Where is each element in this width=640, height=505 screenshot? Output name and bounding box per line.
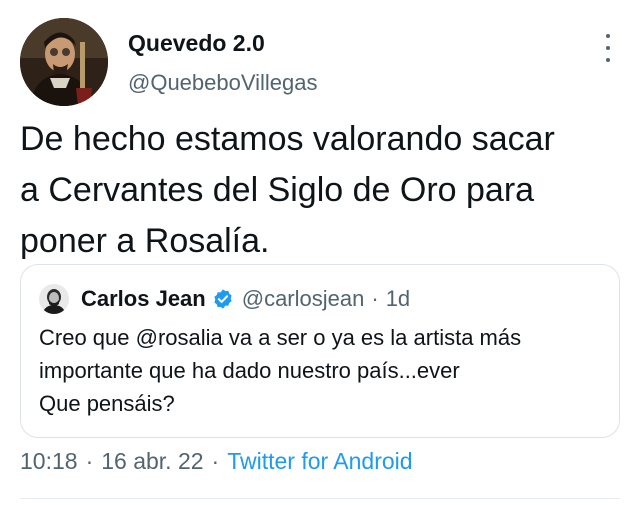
quoted-author-avatar[interactable] <box>39 284 69 314</box>
tweet-source-link[interactable]: Twitter for Android <box>227 448 412 474</box>
meta-separator: · <box>85 448 94 474</box>
quoted-tweet-header: Carlos Jean @carlosjean · 1d <box>39 283 410 315</box>
quoted-author-name[interactable]: Carlos Jean <box>81 286 206 312</box>
tweet-text-line: De hecho estamos valorando sacar <box>20 120 555 158</box>
quoted-tweet-text: Creo que @rosalia va a ser o ya es la ar… <box>39 321 609 420</box>
more-options-button[interactable] <box>600 34 616 62</box>
tweet-text: De hecho estamos valorando sacar a Cerva… <box>20 114 620 267</box>
verified-badge-icon <box>214 289 232 309</box>
quoted-text-line: importante que ha dado nuestro país...ev… <box>39 358 460 383</box>
more-vertical-icon <box>606 34 610 38</box>
quoted-timestamp[interactable]: 1d <box>386 286 410 312</box>
quoted-author-handle[interactable]: @carlosjean <box>242 286 365 312</box>
tweet-metadata: 10:18 · 16 abr. 22 · Twitter for Android <box>20 448 413 475</box>
divider <box>20 498 620 499</box>
tweet-text-line: poner a Rosalía. <box>20 222 270 260</box>
quoted-separator: · <box>371 286 379 311</box>
meta-separator: · <box>211 448 220 474</box>
author-avatar-image <box>20 18 108 106</box>
author-name[interactable]: Quevedo 2.0 <box>128 30 265 57</box>
more-vertical-icon <box>606 46 610 50</box>
author-handle[interactable]: @QuebeboVillegas <box>128 70 318 96</box>
quoted-tweet-card[interactable]: Carlos Jean @carlosjean · 1d Creo que @r… <box>20 264 620 438</box>
tweet-date[interactable]: 16 abr. 22 <box>101 448 203 474</box>
quoted-text-line: Que pensáis? <box>39 391 175 416</box>
tweet-text-line: a Cervantes del Siglo de Oro para <box>20 171 535 209</box>
author-avatar[interactable] <box>20 18 108 106</box>
quoted-text-line: Creo que @rosalia va a ser o ya es la ar… <box>39 325 522 350</box>
quoted-author-avatar-image <box>39 284 69 314</box>
tweet: Quevedo 2.0 @QuebeboVillegas De hecho es… <box>0 0 640 505</box>
tweet-time[interactable]: 10:18 <box>20 448 78 474</box>
more-vertical-icon <box>606 58 610 62</box>
